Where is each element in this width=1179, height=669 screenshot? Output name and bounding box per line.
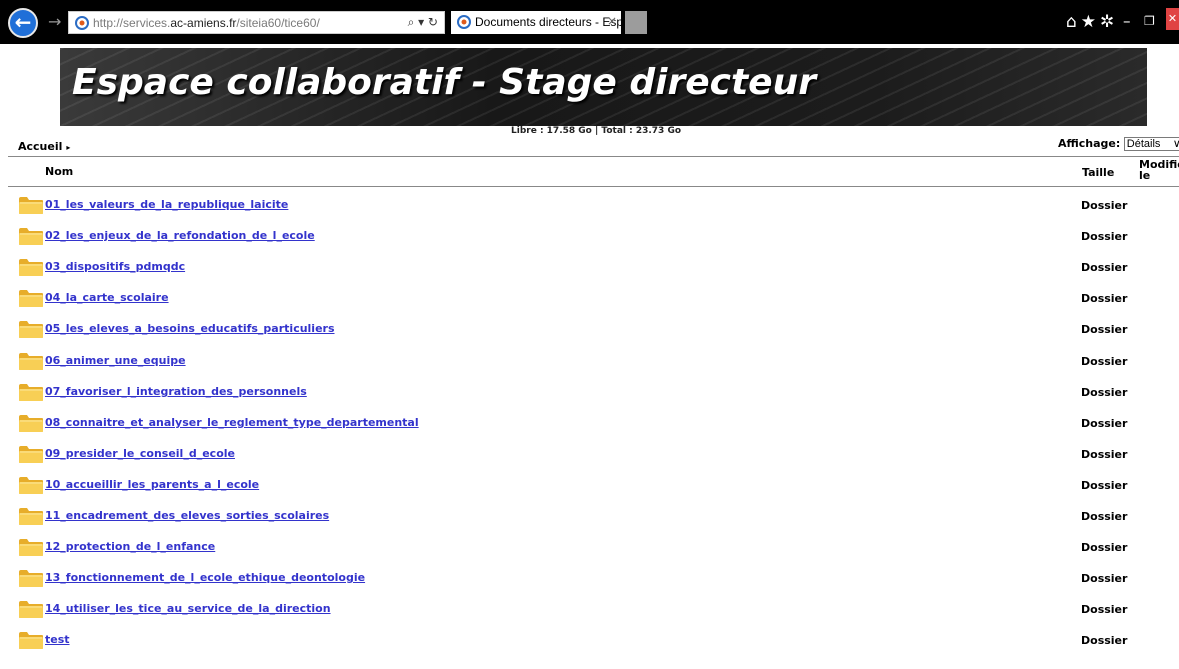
breadcrumb-home-link[interactable]: Accueil [18,140,62,153]
folder-link[interactable]: 08_connaitre_et_analyser_le_reglement_ty… [45,416,419,429]
divider [8,186,1179,187]
view-label: Affichage: [1058,137,1121,150]
size-cell: Dossier [1081,417,1128,430]
url-text[interactable]: http://services.ac-amiens.fr/siteia60/ti… [93,16,320,30]
size-cell: Dossier [1081,541,1128,554]
table-row[interactable]: 01_les_valeurs_de_la_republique_laicite … [0,195,1179,226]
maximize-icon[interactable]: ❐ [1144,14,1155,28]
folder-icon [19,477,43,494]
folder-icon [19,539,43,556]
star-icon[interactable]: ★ [1081,12,1100,32]
folder-link[interactable]: 04_la_carte_scolaire [45,291,169,304]
table-row[interactable]: 13_fonctionnement_de_l_ecole_ethique_deo… [0,568,1179,599]
table-row[interactable]: 04_la_carte_scolaire Dossier [0,288,1179,319]
chevron-right-icon: ▸ [66,143,71,152]
table-row[interactable]: 11_encadrement_des_eleves_sorties_scolai… [0,506,1179,537]
breadcrumb[interactable]: Accueil ▸ [18,140,70,153]
divider [8,156,1179,157]
column-header-size[interactable]: Taille [1082,166,1114,179]
folder-link[interactable]: 10_accueillir_les_parents_a_l_ecole [45,478,259,491]
folder-link[interactable]: 02_les_enjeux_de_la_refondation_de_l_eco… [45,229,315,242]
home-icon[interactable]: ⌂ [1066,12,1081,32]
folder-link[interactable]: 01_les_valeurs_de_la_republique_laicite [45,198,288,211]
table-row[interactable]: 10_accueillir_les_parents_a_l_ecole Doss… [0,475,1179,506]
close-tab-icon[interactable]: × [607,14,617,28]
table-row[interactable]: test Dossier [0,630,1179,661]
address-bar[interactable]: http://services.ac-amiens.fr/siteia60/ti… [68,11,445,34]
table-row[interactable]: 14_utiliser_les_tice_au_service_de_la_di… [0,599,1179,630]
size-cell: Dossier [1081,261,1128,274]
size-cell: Dossier [1081,230,1128,243]
size-cell: Dossier [1081,355,1128,368]
table-row[interactable]: 06_animer_une_equipe Dossier [0,351,1179,382]
size-cell: Dossier [1081,292,1128,305]
folder-icon [19,632,43,649]
folder-icon [19,415,43,432]
folder-icon [19,353,43,370]
browser-chrome: ← → http://services.ac-amiens.fr/siteia6… [0,0,1179,44]
folder-link[interactable]: 05_les_eleves_a_besoins_educatifs_partic… [45,322,335,335]
tab-documents[interactable]: Documents directeurs - Esp... × [451,11,633,34]
column-header-name[interactable]: Nom [45,165,73,178]
folder-icon [19,508,43,525]
size-cell: Dossier [1081,634,1128,647]
folder-icon [19,259,43,276]
table-row[interactable]: 07_favoriser_l_integration_des_personnel… [0,382,1179,413]
new-tab-button[interactable] [625,11,647,34]
folder-icon [19,197,43,214]
folder-link[interactable]: test [45,633,70,646]
size-cell: Dossier [1081,199,1128,212]
size-cell: Dossier [1081,448,1128,461]
table-row[interactable]: 05_les_eleves_a_besoins_educatifs_partic… [0,319,1179,350]
site-banner: Espace collaboratif - Stage directeur [60,48,1147,126]
site-favicon-icon [75,16,89,30]
gear-icon[interactable]: ✲ [1100,12,1118,32]
table-row[interactable]: 09_presider_le_conseil_d_ecole Dossier [0,444,1179,475]
view-selector: Affichage: Détails ∨ [1058,137,1179,151]
folder-link[interactable]: 14_utiliser_les_tice_au_service_de_la_di… [45,602,331,615]
size-cell: Dossier [1081,323,1128,336]
back-arrow-icon: ← [14,10,32,34]
table-row[interactable]: 08_connaitre_et_analyser_le_reglement_ty… [0,413,1179,444]
close-window-icon[interactable]: ✕ [1166,8,1179,30]
chevron-down-icon: ∨ [1172,138,1179,150]
size-cell: Dossier [1081,603,1128,616]
folder-link[interactable]: 07_favoriser_l_integration_des_personnel… [45,385,307,398]
folder-icon [19,446,43,463]
folder-link[interactable]: 11_encadrement_des_eleves_sorties_scolai… [45,509,329,522]
tab-favicon-icon [457,15,471,29]
folder-icon [19,290,43,307]
size-cell: Dossier [1081,510,1128,523]
folder-link[interactable]: 13_fonctionnement_de_l_ecole_ethique_deo… [45,571,365,584]
folder-icon [19,601,43,618]
size-cell: Dossier [1081,386,1128,399]
forward-button[interactable]: → [48,13,61,31]
back-button[interactable]: ← [8,8,38,38]
folder-link[interactable]: 06_animer_une_equipe [45,354,186,367]
folder-icon [19,321,43,338]
folder-icon [19,384,43,401]
size-cell: Dossier [1081,479,1128,492]
folder-link[interactable]: 09_presider_le_conseil_d_ecole [45,447,235,460]
table-row[interactable]: 12_protection_de_l_enfance Dossier [0,537,1179,568]
view-select[interactable]: Détails ∨ [1123,137,1179,151]
folder-icon [19,228,43,245]
size-cell: Dossier [1081,572,1128,585]
storage-quota: Libre : 17.58 Go | Total : 23.73 Go [511,126,682,136]
page-title: Espace collaboratif - Stage directeur [72,62,816,103]
folder-link[interactable]: 03_dispositifs_pdmqdc [45,260,185,273]
table-row[interactable]: 02_les_enjeux_de_la_refondation_de_l_eco… [0,226,1179,257]
folder-link[interactable]: 12_protection_de_l_enfance [45,540,215,553]
address-tools-icon[interactable]: ⌕ ▾ ↻ [408,15,438,30]
minimize-icon[interactable]: – [1123,12,1131,30]
folder-icon [19,570,43,587]
column-header-modified[interactable]: Modifié le [1139,159,1179,181]
table-row[interactable]: 03_dispositifs_pdmqdc Dossier [0,257,1179,288]
